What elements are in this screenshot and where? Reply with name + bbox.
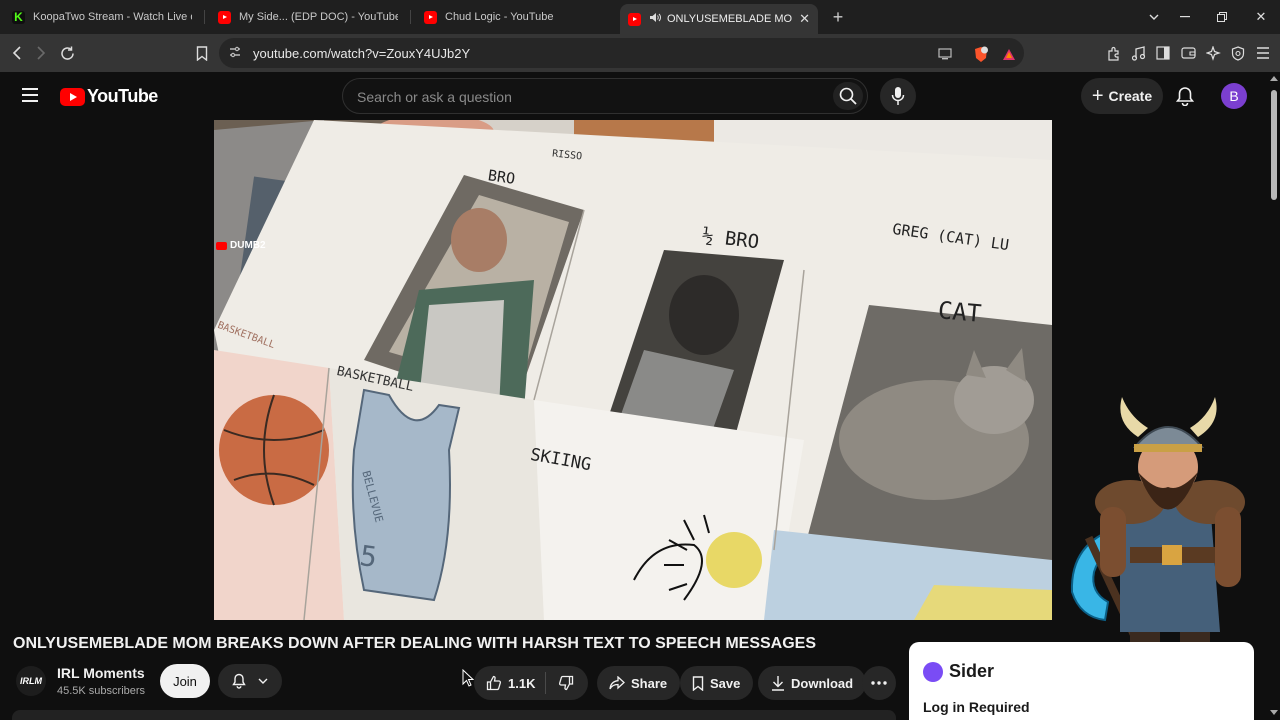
new-tab-button[interactable]: + xyxy=(829,6,847,28)
tab-separator xyxy=(410,10,411,24)
video-watermark: DUMB2 xyxy=(216,240,266,251)
share-label: Share xyxy=(631,675,668,691)
scene-label: CAT xyxy=(936,296,983,328)
thumbs-up-icon xyxy=(486,675,502,691)
description-box[interactable] xyxy=(12,710,896,720)
subscriber-count: 45.5K subscribers xyxy=(57,685,146,697)
brave-rewards-icon[interactable] xyxy=(1001,46,1017,62)
share-icon xyxy=(609,676,625,690)
extensions-icon[interactable] xyxy=(1106,45,1122,61)
scrollbar-thumb[interactable] xyxy=(1271,90,1277,200)
sider-brain-icon xyxy=(923,661,943,682)
more-horizontal-icon xyxy=(871,681,887,685)
watermark-text: DUMB2 xyxy=(230,240,266,251)
thumbs-down-icon xyxy=(558,675,574,691)
kick-icon: K xyxy=(12,10,25,24)
youtube-logo[interactable]: YouTube xyxy=(60,86,158,107)
video-title: ONLYUSEMEBLADE MOM BREAKS DOWN AFTER DEA… xyxy=(13,635,817,652)
browser-toolbar: youtube.com/watch?v=ZouxY4UJb2Y xyxy=(0,34,1280,72)
sider-logo: Sider xyxy=(923,661,994,682)
tab-title: My Side... (EDP DOC) - YouTube xyxy=(239,11,398,23)
brave-shield-icon[interactable] xyxy=(973,46,989,62)
create-button[interactable]: + Create xyxy=(1081,78,1163,114)
like-dislike-group: 1.1K xyxy=(474,666,588,700)
tab-title: KoopaTwo Stream - Watch Live o xyxy=(33,11,192,23)
youtube-icon xyxy=(218,10,231,24)
save-bookmark-icon xyxy=(692,675,704,691)
browser-tab-active[interactable]: ONLYUSEMEBLADE MOM BR ✕ xyxy=(620,4,818,34)
tab-title: Chud Logic - YouTube xyxy=(445,11,554,23)
bell-icon xyxy=(232,673,246,689)
tab-title: ONLYUSEMEBLADE MOM BR xyxy=(667,13,793,25)
minimize-button[interactable] xyxy=(1166,0,1204,34)
site-info-icon[interactable] xyxy=(227,45,243,61)
leo-ai-icon[interactable] xyxy=(1205,45,1221,61)
like-button[interactable]: 1.1K xyxy=(474,666,545,700)
search-icon xyxy=(839,87,857,105)
close-tab-icon[interactable]: ✕ xyxy=(799,11,810,27)
share-button[interactable]: Share xyxy=(597,666,681,700)
create-label: Create xyxy=(1108,88,1153,104)
sider-name: Sider xyxy=(949,661,995,681)
address-bar[interactable]: youtube.com/watch?v=ZouxY4UJb2Y xyxy=(219,38,1024,68)
video-player[interactable]: BRO RISSO ½ BRO GREG (CAT) LU CAT BASKET… xyxy=(214,120,1052,620)
youtube-wordmark: YouTube xyxy=(87,86,158,106)
page-scrollbar[interactable] xyxy=(1268,72,1280,720)
plus-icon: + xyxy=(1091,85,1104,107)
like-count: 1.1K xyxy=(508,675,536,691)
mouse-cursor-icon xyxy=(462,669,474,687)
wallet-icon[interactable] xyxy=(1180,45,1196,61)
forward-button[interactable] xyxy=(30,42,52,64)
microphone-icon xyxy=(891,87,905,105)
url-text: youtube.com/watch?v=ZouxY4UJb2Y xyxy=(253,46,471,61)
save-button[interactable]: Save xyxy=(680,666,754,700)
media-icon[interactable] xyxy=(1130,45,1146,61)
notifications-bell-icon[interactable] xyxy=(1173,84,1197,108)
join-button[interactable]: Join xyxy=(160,664,210,698)
download-button[interactable]: Download xyxy=(758,666,867,700)
youtube-icon xyxy=(216,241,227,250)
youtube-icon xyxy=(628,12,641,26)
voice-search-button[interactable] xyxy=(880,78,916,114)
scroll-down-arrow-icon[interactable] xyxy=(1270,710,1278,715)
speaker-icon[interactable] xyxy=(649,12,661,26)
browser-tab-edp-doc[interactable]: My Side... (EDP DOC) - YouTube xyxy=(210,0,406,34)
scene-label: BRO xyxy=(486,166,517,188)
search-input[interactable]: Search or ask a question xyxy=(342,78,868,114)
search-placeholder: Search or ask a question xyxy=(357,89,512,105)
channel-avatar[interactable]: IRLM xyxy=(16,666,46,696)
save-label: Save xyxy=(710,675,741,691)
dislike-button[interactable] xyxy=(546,666,584,700)
download-icon xyxy=(771,675,785,691)
chevron-down-icon xyxy=(258,678,268,684)
browser-tab-kick[interactable]: K KoopaTwo Stream - Watch Live o xyxy=(4,0,200,34)
scroll-up-arrow-icon[interactable] xyxy=(1270,76,1278,81)
bookmark-icon[interactable] xyxy=(191,42,213,64)
browser-menu-icon[interactable] xyxy=(1255,45,1271,61)
subscription-notify-button[interactable] xyxy=(218,664,282,698)
menu-icon[interactable] xyxy=(22,88,38,102)
youtube-play-icon xyxy=(60,87,85,106)
more-actions-button[interactable] xyxy=(862,666,896,700)
sidebar-icon[interactable] xyxy=(1155,45,1171,61)
browser-tab-chud-logic[interactable]: Chud Logic - YouTube xyxy=(416,0,612,34)
cast-icon[interactable] xyxy=(937,46,953,62)
channel-name[interactable]: IRL Moments xyxy=(57,665,145,681)
vpn-shield-icon[interactable] xyxy=(1230,45,1246,61)
account-avatar[interactable]: B xyxy=(1221,83,1247,109)
youtube-header: YouTube Search or ask a question + Creat… xyxy=(0,72,1280,120)
search-button[interactable] xyxy=(833,82,863,110)
browser-tab-strip: K KoopaTwo Stream - Watch Live o My Side… xyxy=(0,0,1280,34)
tab-separator xyxy=(204,10,205,24)
close-window-button[interactable]: ✕ xyxy=(1242,0,1280,34)
download-label: Download xyxy=(791,675,854,691)
restore-button[interactable] xyxy=(1203,0,1241,34)
sider-panel: Sider Log in Required xyxy=(909,642,1254,720)
sider-login-message[interactable]: Log in Required xyxy=(923,699,1030,715)
youtube-icon xyxy=(424,10,437,24)
reload-button[interactable] xyxy=(56,42,78,64)
back-button[interactable] xyxy=(6,42,28,64)
